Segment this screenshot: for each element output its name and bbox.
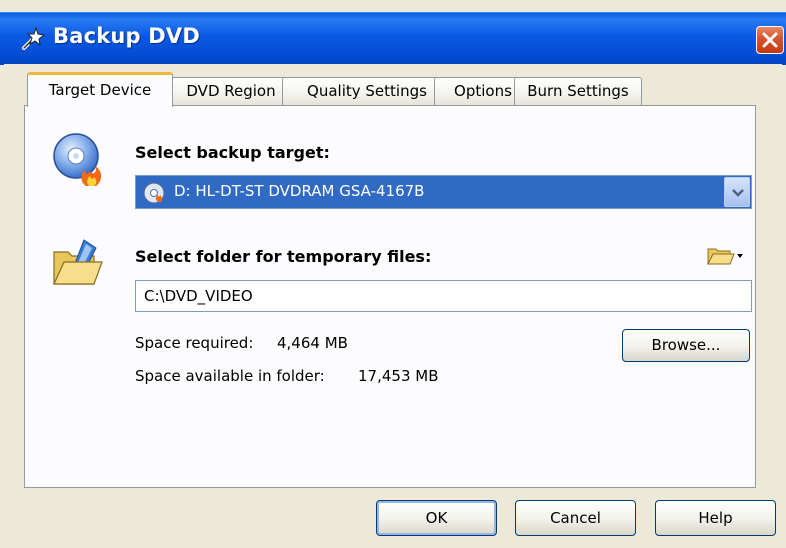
title-bar[interactable]: Backup DVD (0, 12, 786, 65)
selected-device-value: D: HL-DT-ST DVDRAM GSA-4167B (174, 182, 425, 200)
temp-folder-path-input[interactable]: C:\DVD_VIDEO (135, 280, 752, 312)
temp-folder-heading: Select folder for temporary files: (135, 247, 432, 266)
browse-button[interactable]: Browse... (622, 329, 750, 362)
tab-dvd-region[interactable]: DVD Region (168, 77, 294, 105)
open-folder-icon (53, 239, 103, 285)
backup-dvd-window: Backup DVD Target Device DVD Region Qual… (0, 0, 786, 548)
space-available-value: 17,453 MB (358, 367, 439, 385)
help-button[interactable]: Help (655, 500, 776, 536)
window-title: Backup DVD (53, 24, 201, 48)
chevron-down-icon (732, 189, 744, 197)
tab-burn-settings[interactable]: Burn Settings (514, 77, 642, 105)
disc-icon (143, 182, 165, 204)
select-target-heading: Select backup target: (135, 143, 330, 162)
target-device-dropdown[interactable]: D: HL-DT-ST DVDRAM GSA-4167B (135, 175, 752, 209)
folder-dropdown-icon (707, 248, 743, 265)
space-required-value: 4,464 MB (277, 334, 348, 352)
tab-target-device[interactable]: Target Device (27, 72, 173, 107)
folder-menu-button[interactable] (706, 244, 748, 268)
space-available-label: Space available in folder: (135, 367, 325, 385)
tab-quality-settings[interactable]: Quality Settings (282, 77, 452, 105)
dropdown-arrow-button[interactable] (724, 177, 750, 207)
wand-icon (22, 26, 46, 50)
close-button[interactable] (756, 26, 784, 54)
space-required-label: Space required: (135, 334, 254, 352)
ok-button[interactable]: OK (376, 500, 497, 536)
close-icon (762, 32, 778, 48)
cancel-button[interactable]: Cancel (515, 500, 636, 536)
dvd-burn-icon (53, 133, 102, 186)
